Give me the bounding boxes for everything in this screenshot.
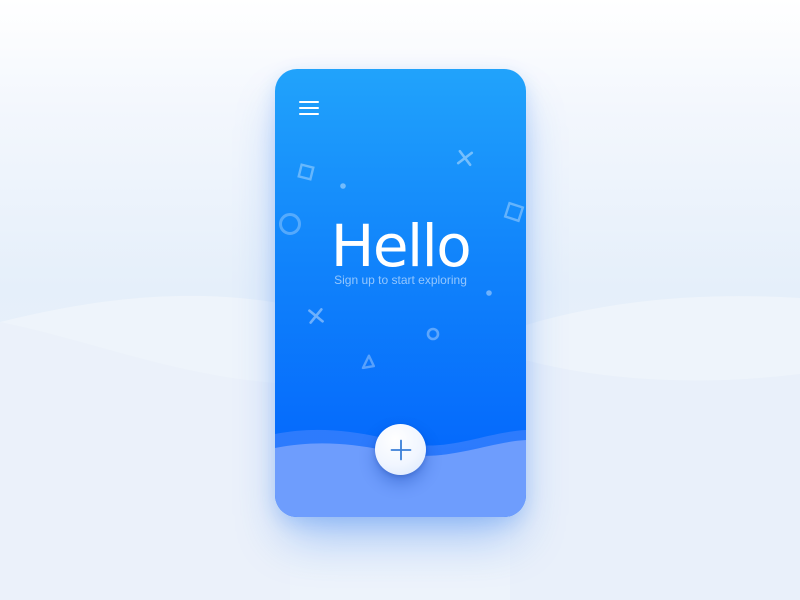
- cross-icon: [308, 308, 324, 324]
- triangle-outline-icon: [361, 354, 375, 370]
- hamburger-menu-icon-line: [299, 113, 319, 115]
- greeting-title: Hello: [330, 212, 472, 280]
- add-button[interactable]: [375, 424, 426, 475]
- menu-button[interactable]: [299, 95, 329, 121]
- circle-outline-icon: [426, 327, 440, 341]
- square-outline-icon: [297, 163, 315, 181]
- hamburger-menu-icon-line: [299, 107, 319, 109]
- cross-icon: [456, 149, 474, 167]
- greeting-subtitle: Sign up to start exploring: [334, 273, 467, 287]
- dot-icon: [486, 290, 492, 296]
- plus-icon: [390, 439, 411, 460]
- hamburger-menu-icon: [299, 101, 319, 103]
- dot-icon: [340, 183, 346, 189]
- signup-card: Hello Sign up to start exploring: [275, 69, 526, 517]
